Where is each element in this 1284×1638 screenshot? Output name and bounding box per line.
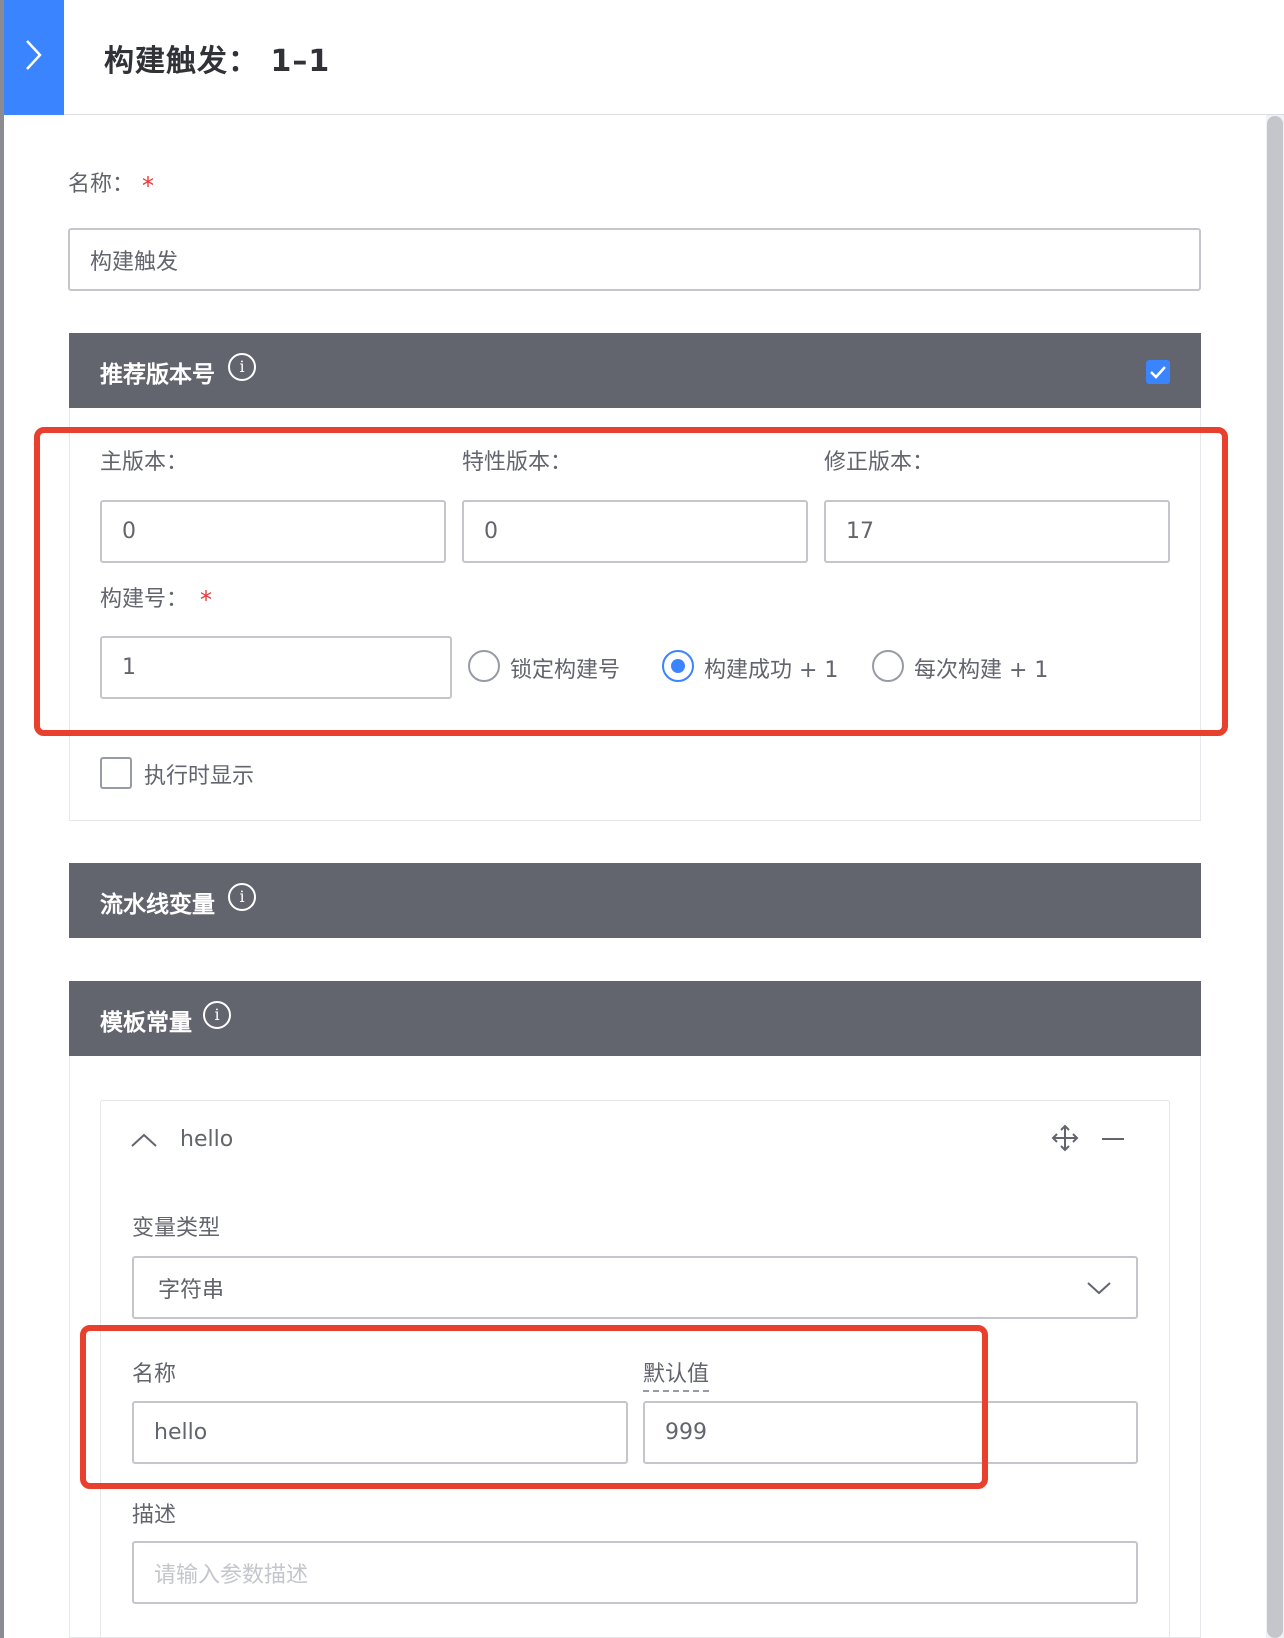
pipeline-vars-title: 流水线变量 [100,892,215,918]
info-icon[interactable]: i [228,883,256,911]
annotation-highlight-version [34,427,1228,736]
check-icon [1150,366,1166,379]
template-consts-title: 模板常量 [100,1010,192,1036]
chevron-right-icon [26,40,42,70]
description-input[interactable]: 请输入参数描述 [132,1541,1138,1604]
left-edge [0,0,4,1638]
chevron-down-icon [1087,1282,1111,1295]
scrollbar-thumb[interactable] [1267,116,1283,1638]
info-icon[interactable]: i [228,353,256,381]
show-on-exec-label[interactable]: 执行时显示 [144,758,254,790]
var-type-label: 变量类型 [132,1216,221,1241]
show-on-exec-checkbox[interactable] [100,757,132,789]
annotation-highlight-name-default [80,1325,988,1489]
version-section-header[interactable]: 推荐版本号 i [69,333,1201,408]
version-section-title: 推荐版本号 [100,362,215,388]
panel-toggle-button[interactable] [4,0,64,115]
info-icon[interactable]: i [203,1001,231,1029]
chevron-up-icon[interactable] [130,1131,158,1149]
panel-header: 构建触发： 1–1 [64,0,1284,115]
panel-title: 构建触发： 1–1 [104,44,331,79]
description-label: 描述 [132,1503,177,1528]
var-type-select[interactable]: 字符串 [132,1256,1138,1319]
drag-move-icon[interactable] [1051,1124,1079,1152]
pipeline-vars-section-header[interactable]: 流水线变量 i [69,863,1201,938]
template-consts-section-header[interactable]: 模板常量 i [69,981,1201,1056]
minus-icon[interactable] [1101,1137,1125,1141]
version-enabled-checkbox[interactable] [1146,360,1170,384]
var-type-value: 字符串 [158,1277,225,1303]
required-mark: * [142,172,154,200]
const-item-name: hello [180,1127,234,1152]
name-label: 名称： [68,172,135,197]
name-input[interactable]: 构建触发 [68,228,1201,291]
